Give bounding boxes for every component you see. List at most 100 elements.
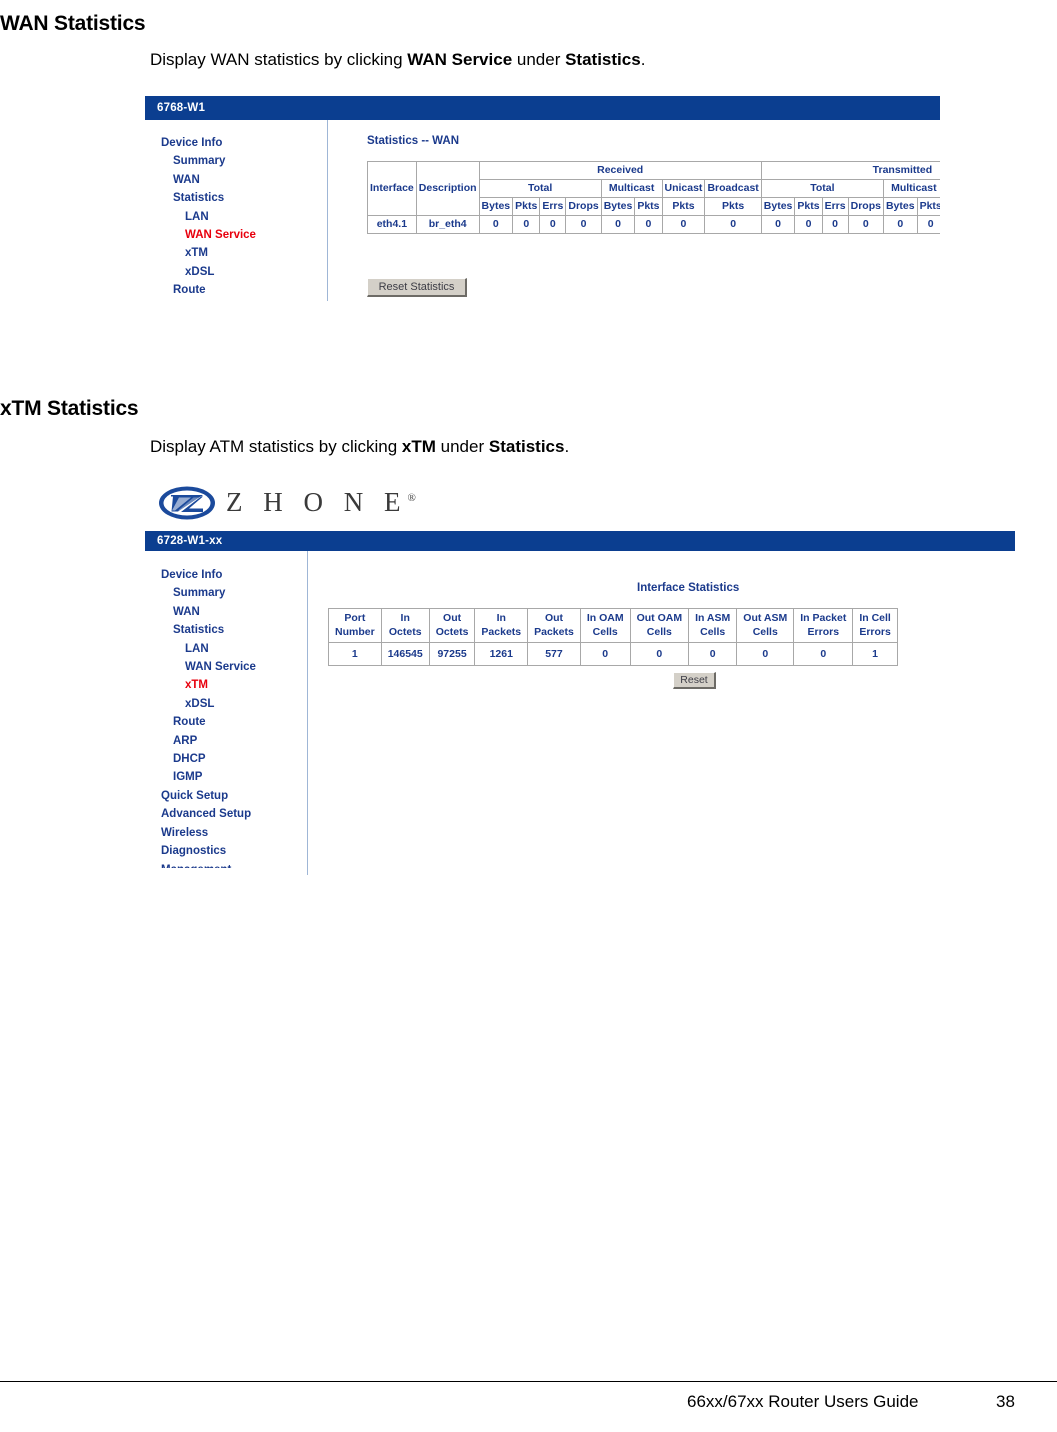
header-in-packet-errors: In Packet Errors: [793, 608, 854, 643]
header-out-packets-line1: Out: [544, 612, 564, 624]
header-received-unicast: Unicast: [661, 179, 706, 198]
header-port-number-line1: Port: [344, 612, 366, 624]
sidebar-item-wireless[interactable]: Wireless: [145, 824, 307, 842]
pane-title-interface-statistics: Interface Statistics: [637, 582, 740, 594]
intro2-text-part-1: Display ATM statistics by clicking: [150, 437, 402, 456]
zhone-logo-mark-icon: [159, 486, 215, 519]
sidebar-item-xdsl[interactable]: xDSL: [145, 695, 307, 713]
header-leaf-7: Pkts: [704, 197, 762, 216]
sidebar-item-summary[interactable]: Summary: [145, 152, 327, 170]
header-in-octets-line2: Octets: [388, 625, 422, 638]
sidebar-item-wan[interactable]: WAN: [145, 171, 327, 189]
intro2-text-part-3: .: [564, 437, 570, 456]
header-in-packets: In Packets: [474, 608, 529, 643]
cell-value-8: 0: [760, 215, 796, 234]
router-page-body-wan: Device Info Summary WAN Statistics LAN W…: [145, 120, 940, 301]
cell-in-asm-cells: 0: [688, 642, 738, 666]
xtm-statistics-intro-paragraph: Display ATM statistics by clicking xTM u…: [150, 437, 569, 457]
sidebar-item-summary[interactable]: Summary: [145, 584, 307, 602]
sidebar-item-lan[interactable]: LAN: [145, 208, 327, 226]
cell-value-2: 0: [539, 215, 567, 234]
header-received-broadcast: Broadcast: [704, 179, 762, 198]
cell-in-packet-errors: 0: [793, 642, 854, 666]
content-pane-xtm: Interface Statistics Port Number In Octets…: [307, 551, 1015, 875]
sidebar-item-dhcp[interactable]: DHCP: [145, 750, 307, 768]
sidebar-item-xdsl[interactable]: xDSL: [145, 263, 327, 281]
sidebar-item-arp[interactable]: ARP: [145, 300, 327, 301]
header-out-octets-line1: Out: [443, 612, 462, 624]
sidebar-item-statistics[interactable]: Statistics: [145, 189, 327, 207]
cell-out-octets: 97255: [428, 642, 476, 666]
sidebar-item-wan-service[interactable]: WAN Service: [145, 658, 307, 676]
cell-value-7: 0: [704, 215, 762, 234]
header-in-packets-line1: In: [496, 612, 506, 624]
header-leaf-2: Errs: [539, 197, 567, 216]
cell-value-13: 0: [916, 215, 940, 234]
sidebar-item-igmp[interactable]: IGMP: [145, 768, 307, 786]
page-heading-wan-statistics: WAN Statistics: [0, 12, 146, 36]
header-group-received: Received: [478, 161, 762, 180]
zhone-wordmark-text: Z H O N E: [226, 487, 408, 517]
reset-statistics-button[interactable]: Reset Statistics: [367, 278, 467, 297]
sidebar-item-wan[interactable]: WAN: [145, 603, 307, 621]
header-in-asm-cells-line1: In ASM: [695, 612, 731, 624]
cell-in-oam-cells: 0: [579, 642, 631, 666]
sidebar-item-quick-setup[interactable]: Quick Setup: [145, 787, 307, 805]
sidebar-item-diagnostics[interactable]: Diagnostics: [145, 842, 307, 860]
header-out-packets: Out Packets: [527, 608, 581, 643]
header-transmitted-multicast: Multicast: [882, 179, 940, 198]
cell-value-6: 0: [661, 215, 706, 234]
header-out-packets-line2: Packets: [534, 625, 574, 638]
cell-interface: eth4.1: [367, 215, 417, 234]
header-leaf-5: Pkts: [634, 197, 663, 216]
page-heading-xtm-statistics: xTM Statistics: [0, 397, 139, 421]
sidebar-menu-wan: Device Info Summary WAN Statistics LAN W…: [145, 134, 327, 301]
pane-title-statistics-wan: Statistics -- WAN: [367, 135, 460, 147]
header-leaf-1: Pkts: [512, 197, 541, 216]
header-description: Description: [415, 161, 480, 216]
sidebar-item-device-info[interactable]: Device Info: [145, 134, 327, 152]
zhone-logo: Z H O N E®: [158, 480, 416, 525]
header-leaf-13: Pkts: [916, 197, 940, 216]
sidebar-item-device-info[interactable]: Device Info: [145, 566, 307, 584]
header-in-octets: In Octets: [380, 608, 430, 643]
table-row: eth4.1 br_eth4 0 0 0 0 0 0 0 0 0 0 0 0 0…: [367, 215, 940, 234]
intro-text-part-3: .: [640, 50, 646, 69]
header-group-transmitted: Transmitted: [760, 161, 940, 180]
header-leaf-11: Drops: [847, 197, 884, 216]
sidebar-item-management[interactable]: Management: [145, 861, 307, 868]
intro-text-part-1: Display WAN statistics by clicking: [150, 50, 408, 69]
sidebar-item-wan-service[interactable]: WAN Service: [145, 226, 327, 244]
sidebar-item-xtm[interactable]: xTM: [145, 676, 307, 694]
footer-divider-rule: [0, 1381, 1057, 1382]
cell-value-10: 0: [821, 215, 849, 234]
table-row: 1 146545 97255 1261 577 0 0 0 0 0 1: [328, 642, 898, 666]
header-leaf-8: Bytes: [760, 197, 796, 216]
header-in-cell-errors-line2: Errors: [859, 625, 891, 638]
header-received-multicast: Multicast: [600, 179, 663, 198]
header-out-octets: Out Octets: [428, 608, 476, 643]
header-in-packet-errors-line1: In Packet: [800, 612, 847, 624]
header-out-octets-line2: Octets: [435, 625, 469, 638]
sidebar-item-route[interactable]: Route: [145, 713, 307, 731]
cell-in-packets: 1261: [474, 642, 529, 666]
cell-out-oam-cells: 0: [629, 642, 690, 666]
header-leaf-9: Pkts: [794, 197, 823, 216]
router-page-body-xtm: Device Info Summary WAN Statistics LAN W…: [145, 551, 1015, 875]
sidebar-item-advanced-setup[interactable]: Advanced Setup: [145, 805, 307, 823]
header-in-cell-errors-line1: In Cell: [859, 612, 891, 624]
cell-value-0: 0: [478, 215, 514, 234]
cell-value-12: 0: [882, 215, 918, 234]
cell-out-asm-cells: 0: [736, 642, 795, 666]
reset-button[interactable]: Reset: [673, 672, 716, 689]
cell-port-number: 1: [328, 642, 382, 666]
sidebar-item-route[interactable]: Route: [145, 281, 327, 299]
sidebar-item-xtm[interactable]: xTM: [145, 244, 327, 262]
sidebar-item-arp[interactable]: ARP: [145, 732, 307, 750]
intro2-bold-statistics: Statistics: [488, 437, 565, 456]
header-transmitted-total: Total: [760, 179, 884, 198]
header-in-packets-line2: Packets: [481, 625, 522, 638]
sidebar-item-lan[interactable]: LAN: [145, 640, 307, 658]
intro-bold-wan-service: WAN Service: [407, 50, 513, 69]
sidebar-item-statistics[interactable]: Statistics: [145, 621, 307, 639]
